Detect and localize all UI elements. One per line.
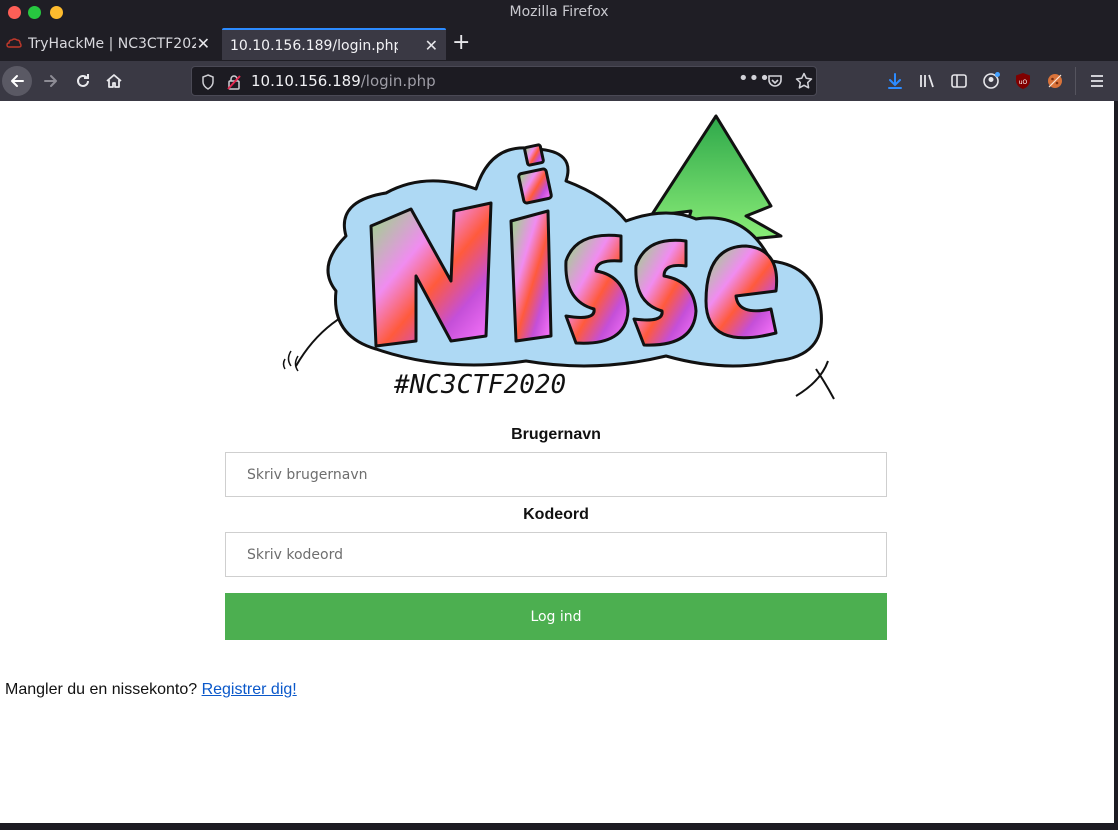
page-viewport: #NC3CTF2020 Brugernavn Kodeord Log ind M… bbox=[0, 101, 1114, 823]
pocket-icon[interactable] bbox=[767, 73, 783, 89]
register-prompt: Mangler du en nissekonto? Registrer dig! bbox=[5, 681, 297, 699]
url-host: 10.10.156.189 bbox=[251, 72, 361, 90]
tab-label: TryHackMe | NC3CTF2020 bbox=[28, 36, 196, 52]
window-bottom-border bbox=[0, 823, 1118, 830]
logo-tag-text: #NC3CTF2020 bbox=[393, 370, 566, 400]
page-actions-more-icon[interactable]: ••• bbox=[738, 68, 770, 89]
url-path: /login.php bbox=[360, 72, 436, 90]
insecure-lock-icon[interactable] bbox=[227, 74, 241, 90]
window-right-border bbox=[1114, 101, 1118, 830]
bookmark-star-icon[interactable] bbox=[795, 72, 813, 90]
new-tab-plus-icon[interactable]: + bbox=[452, 26, 470, 60]
password-label: Kodeord bbox=[523, 506, 589, 523]
toolbar-separator bbox=[1075, 67, 1076, 95]
hamburger-menu-icon[interactable] bbox=[1088, 72, 1106, 90]
username-input[interactable] bbox=[225, 452, 887, 497]
ublock-origin-icon[interactable]: uO bbox=[1014, 72, 1032, 90]
tryhackme-favicon-icon bbox=[6, 38, 22, 48]
tab-login[interactable]: 10.10.156.189/login.php ✕ bbox=[222, 28, 446, 60]
downloads-icon[interactable] bbox=[886, 72, 904, 90]
tracking-shield-icon[interactable] bbox=[201, 74, 215, 90]
home-icon[interactable] bbox=[99, 66, 129, 96]
tab-tryhackme[interactable]: TryHackMe | NC3CTF2020 ✕ bbox=[0, 28, 218, 60]
extension-cookie-icon[interactable] bbox=[1046, 72, 1064, 90]
url-bar[interactable]: 10.10.156.189/login.php ••• bbox=[191, 66, 817, 96]
window-title: Mozilla Firefox bbox=[509, 4, 609, 20]
window-titlebar: Mozilla Firefox bbox=[0, 0, 1118, 26]
username-label: Brugernavn bbox=[511, 426, 601, 443]
register-prompt-text: Mangler du en nissekonto? bbox=[5, 681, 198, 698]
nisse-logo-image: #NC3CTF2020 bbox=[282, 114, 835, 400]
tab-strip: TryHackMe | NC3CTF2020 ✕ 10.10.156.189/l… bbox=[0, 26, 1118, 61]
navigation-toolbar: 10.10.156.189/login.php ••• uO bbox=[0, 61, 1118, 101]
account-icon[interactable] bbox=[982, 72, 1000, 90]
forward-arrow-icon[interactable] bbox=[36, 66, 66, 96]
password-input[interactable] bbox=[225, 532, 887, 577]
reload-icon[interactable] bbox=[68, 66, 98, 96]
library-icon[interactable] bbox=[918, 72, 936, 90]
tab-close-icon[interactable]: ✕ bbox=[197, 28, 210, 60]
login-button[interactable]: Log ind bbox=[225, 593, 887, 640]
tab-label: 10.10.156.189/login.php bbox=[230, 38, 398, 54]
url-text[interactable]: 10.10.156.189/login.php bbox=[251, 72, 436, 90]
tab-close-icon[interactable]: ✕ bbox=[425, 30, 438, 60]
back-arrow-icon[interactable] bbox=[2, 66, 32, 96]
sidebar-icon[interactable] bbox=[950, 72, 968, 90]
svg-text:uO: uO bbox=[1019, 79, 1028, 86]
register-link[interactable]: Registrer dig! bbox=[202, 681, 297, 698]
